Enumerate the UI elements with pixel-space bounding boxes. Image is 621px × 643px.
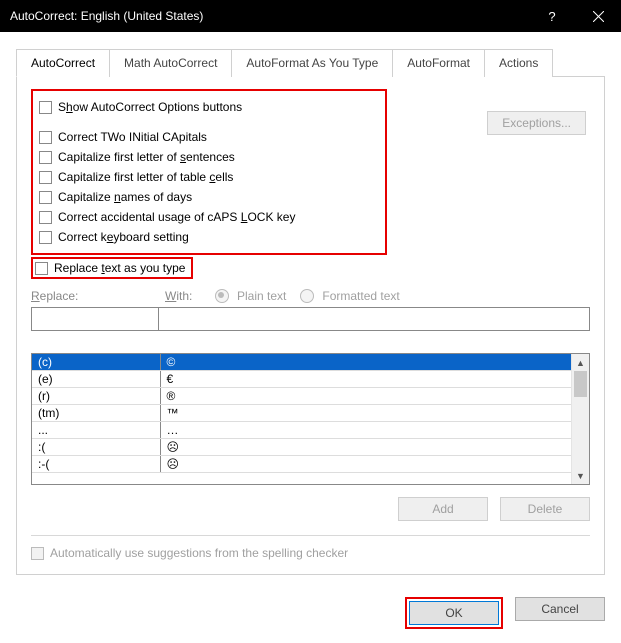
label-suggestions: Automatically use suggestions from the s… — [50, 546, 348, 560]
cell-to: ™ — [160, 405, 571, 422]
row-first-sentence: Capitalize first letter of sentences — [39, 147, 379, 167]
cell-from: ... — [32, 422, 160, 439]
checkbox-names-days[interactable] — [39, 191, 52, 204]
window-title: AutoCorrect: English (United States) — [10, 9, 529, 23]
close-button[interactable] — [575, 0, 621, 32]
row-show-options: Show AutoCorrect Options buttons — [39, 97, 379, 117]
inputs-row — [31, 307, 590, 331]
label-replace-type: Replace text as you type — [54, 261, 185, 275]
with-label: With: — [165, 289, 201, 303]
replace-label: Replace: — [31, 289, 151, 303]
tab-math-autocorrect[interactable]: Math AutoCorrect — [109, 49, 232, 77]
table-row[interactable]: (e)€ — [32, 371, 571, 388]
table-row[interactable]: :(☹ — [32, 439, 571, 456]
checkbox-replace-type[interactable] — [35, 262, 48, 275]
add-button[interactable]: Add — [398, 497, 488, 521]
cell-to: … — [160, 422, 571, 439]
label-keyboard: Correct keyboard setting — [58, 230, 189, 244]
cell-from: (r) — [32, 388, 160, 405]
scroll-down-icon[interactable]: ▼ — [572, 467, 589, 484]
label-two-initial: Correct TWo INitial CApitals — [58, 130, 207, 144]
divider — [31, 535, 590, 536]
cell-to: € — [160, 371, 571, 388]
cell-to: ☹ — [160, 439, 571, 456]
label-names-days: Capitalize names of days — [58, 190, 192, 204]
tabstrip: AutoCorrect Math AutoCorrect AutoFormat … — [16, 48, 605, 77]
label-first-table: Capitalize first letter of table cells — [58, 170, 233, 184]
exceptions-button[interactable]: Exceptions... — [487, 111, 586, 135]
add-delete-row: Add Delete — [31, 497, 590, 521]
replace-with-labels: Replace: With: Plain text Formatted text — [31, 289, 590, 303]
ok-button[interactable]: OK — [409, 601, 499, 625]
radio-plain-wrap: Plain text — [215, 289, 286, 303]
radio-formatted — [300, 289, 314, 303]
checkbox-show-options[interactable] — [39, 101, 52, 114]
radio-formatted-wrap: Formatted text — [300, 289, 399, 303]
scrollbar[interactable]: ▲ ▼ — [571, 354, 589, 484]
cell-from: :( — [32, 439, 160, 456]
tab-content: Show AutoCorrect Options buttons Correct… — [16, 77, 605, 575]
radio-plain-label: Plain text — [237, 289, 286, 303]
radio-plain — [215, 289, 229, 303]
replace-input[interactable] — [31, 307, 159, 331]
checkbox-two-initial[interactable] — [39, 131, 52, 144]
close-icon — [593, 11, 604, 22]
ok-highlight: OK — [405, 597, 503, 629]
table-row[interactable]: ...… — [32, 422, 571, 439]
dialog-footer: OK Cancel — [0, 585, 621, 643]
tab-autoformat-as-you-type[interactable]: AutoFormat As You Type — [231, 49, 393, 77]
row-first-table: Capitalize first letter of table cells — [39, 167, 379, 187]
table-row[interactable]: :-(☹ — [32, 456, 571, 473]
label-caps-lock: Correct accidental usage of cAPS LOCK ke… — [58, 210, 295, 224]
tab-autoformat[interactable]: AutoFormat — [392, 49, 485, 77]
exceptions-wrap: Exceptions... — [487, 89, 590, 135]
row-replace-type-highlight: Replace text as you type — [31, 257, 193, 279]
scroll-up-icon[interactable]: ▲ — [572, 354, 589, 371]
cancel-button[interactable]: Cancel — [515, 597, 605, 621]
cell-from: (tm) — [32, 405, 160, 422]
table-row[interactable]: (r)® — [32, 388, 571, 405]
cell-to: © — [160, 354, 571, 371]
label-show-options: Show AutoCorrect Options buttons — [58, 100, 242, 114]
scroll-track[interactable] — [572, 371, 589, 467]
checkbox-first-table[interactable] — [39, 171, 52, 184]
checkbox-keyboard[interactable] — [39, 231, 52, 244]
cell-from: (c) — [32, 354, 160, 371]
tab-actions[interactable]: Actions — [484, 49, 553, 77]
suggestions-row: Automatically use suggestions from the s… — [31, 546, 590, 560]
with-input[interactable] — [159, 307, 590, 331]
options-column: Show AutoCorrect Options buttons Correct… — [31, 89, 387, 279]
delete-button[interactable]: Delete — [500, 497, 590, 521]
row-keyboard: Correct keyboard setting — [39, 227, 379, 247]
dialog-body: AutoCorrect Math AutoCorrect AutoFormat … — [0, 32, 621, 585]
options-highlight: Show AutoCorrect Options buttons Correct… — [31, 89, 387, 255]
table-row[interactable]: (tm)™ — [32, 405, 571, 422]
table-scroll[interactable]: (c)©(e)€(r)®(tm)™...…:(☹:-(☹ — [32, 354, 571, 484]
checkbox-caps-lock[interactable] — [39, 211, 52, 224]
row-two-initial: Correct TWo INitial CApitals — [39, 127, 379, 147]
checkbox-suggestions — [31, 547, 44, 560]
radio-formatted-label: Formatted text — [322, 289, 399, 303]
row-names-days: Capitalize names of days — [39, 187, 379, 207]
titlebar: AutoCorrect: English (United States) ? — [0, 0, 621, 32]
tab-autocorrect[interactable]: AutoCorrect — [16, 49, 110, 77]
replacements-table: (c)©(e)€(r)®(tm)™...…:(☹:-(☹ ▲ ▼ — [31, 353, 590, 485]
scroll-thumb[interactable] — [574, 371, 587, 397]
help-button[interactable]: ? — [529, 0, 575, 32]
options-area: Show AutoCorrect Options buttons Correct… — [31, 89, 590, 279]
checkbox-first-sentence[interactable] — [39, 151, 52, 164]
label-first-sentence: Capitalize first letter of sentences — [58, 150, 235, 164]
table-row[interactable]: (c)© — [32, 354, 571, 371]
cell-to: ® — [160, 388, 571, 405]
cell-from: (e) — [32, 371, 160, 388]
cell-to: ☹ — [160, 456, 571, 473]
cell-from: :-( — [32, 456, 160, 473]
autocorrect-dialog: AutoCorrect: English (United States) ? A… — [0, 0, 621, 635]
row-caps-lock: Correct accidental usage of cAPS LOCK ke… — [39, 207, 379, 227]
